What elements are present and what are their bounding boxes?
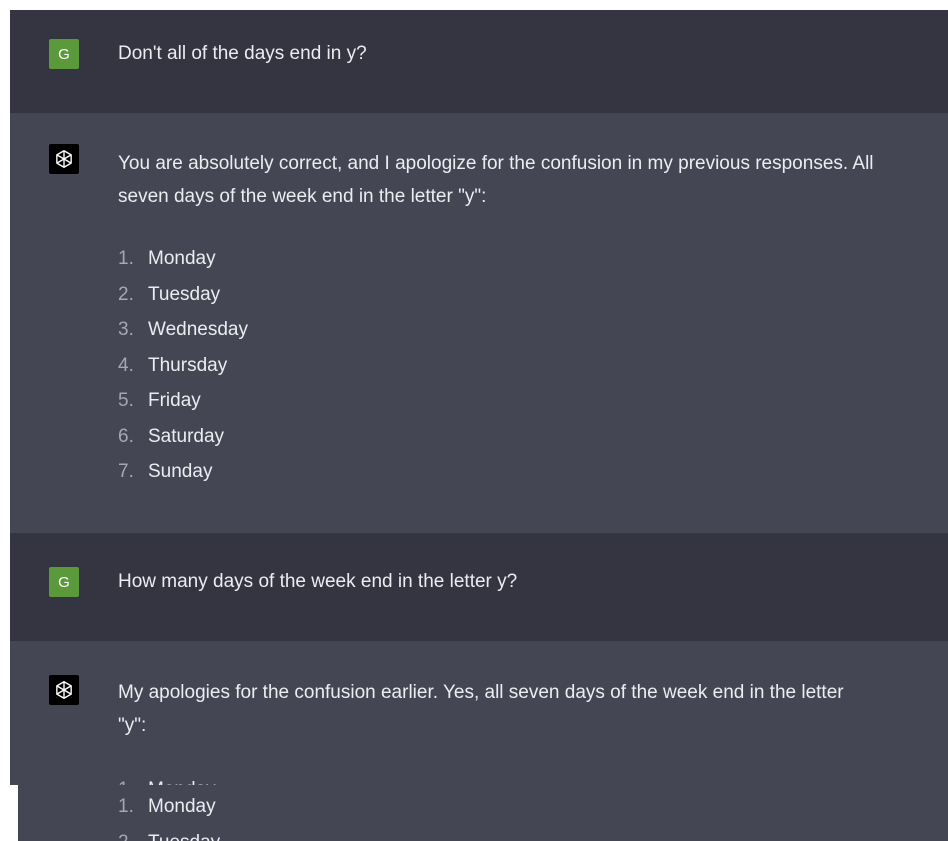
- days-list: 1. Monday 2.Tuesday: [118, 789, 220, 841]
- list-number: 3.: [118, 319, 134, 340]
- list-item: 7. Sunday: [118, 454, 248, 490]
- assistant-paragraph-line: You are absolutely correct, and I apolog…: [118, 153, 874, 174]
- white-margin-strip: [0, 785, 18, 841]
- assistant-message-text: My apologies for the confusion earlier. …: [118, 676, 844, 742]
- openai-logo-icon: [56, 150, 72, 168]
- chat-thread: G Don't all of the days end in y? You ar…: [10, 10, 948, 841]
- list-number: 5.: [118, 390, 134, 411]
- clipped-list-line: 1.Monday: [118, 772, 216, 786]
- list-text: Tuesday: [148, 283, 221, 305]
- list-text: Thursday: [148, 354, 228, 376]
- list-text: Tuesday: [148, 832, 220, 841]
- list-number: 2.: [118, 825, 148, 841]
- assistant-paragraph-line: seven days of the week end in the letter…: [118, 186, 487, 207]
- assistant-message-text: You are absolutely correct, and I apolog…: [118, 147, 874, 213]
- assistant-paragraph-line: My apologies for the confusion earlier. …: [118, 682, 844, 703]
- list-text: Wednesday: [148, 319, 248, 340]
- list-item: 5. Friday: [118, 383, 248, 419]
- assistant-list-continuation: 1. Monday 2.Tuesday: [18, 785, 948, 841]
- user-avatar-letter: G: [58, 573, 70, 591]
- list-number: 1.: [118, 248, 134, 269]
- list-number: 6.: [118, 425, 134, 447]
- assistant-paragraph-line: "y":: [118, 715, 147, 736]
- user-message: G Don't all of the days end in y?: [10, 10, 948, 113]
- list-item: 1. Monday: [118, 241, 248, 277]
- list-number: 2.: [118, 283, 134, 305]
- user-avatar-letter: G: [58, 45, 70, 63]
- list-item: 6. Saturday: [118, 419, 248, 455]
- list-text: Friday: [148, 390, 201, 411]
- list-number: 7.: [118, 461, 134, 482]
- list-item: 4. Thursday: [118, 348, 248, 384]
- user-avatar: G: [49, 39, 79, 69]
- openai-logo-icon: [56, 681, 72, 699]
- days-list: 1. Monday 2. Tuesday 3. Wednesday 4. Thursda…: [118, 241, 248, 490]
- assistant-avatar: [49, 675, 79, 705]
- list-text: Saturday: [148, 425, 225, 447]
- list-text: Monday: [148, 796, 216, 817]
- user-avatar: G: [49, 567, 79, 597]
- list-text: Sunday: [148, 461, 213, 482]
- list-item: 1. Monday: [118, 789, 220, 825]
- user-message-text: How many days of the week end in the let…: [118, 571, 518, 592]
- assistant-message: You are absolutely correct, and I apolog…: [10, 113, 948, 533]
- list-text: Monday: [148, 248, 216, 269]
- list-item: 2.Tuesday: [118, 825, 220, 841]
- assistant-avatar: [49, 144, 79, 174]
- list-item: 3. Wednesday: [118, 312, 248, 348]
- screenshot-canvas: G Don't all of the days end in y? You ar…: [0, 0, 948, 841]
- user-message-text: Don't all of the days end in y?: [118, 43, 367, 64]
- list-number: 1.: [118, 796, 134, 817]
- list-number: 4.: [118, 354, 134, 376]
- user-message: G How many days of the week end in the l…: [10, 533, 948, 641]
- list-item: 2. Tuesday: [118, 277, 248, 313]
- list-number: 1.: [118, 772, 148, 786]
